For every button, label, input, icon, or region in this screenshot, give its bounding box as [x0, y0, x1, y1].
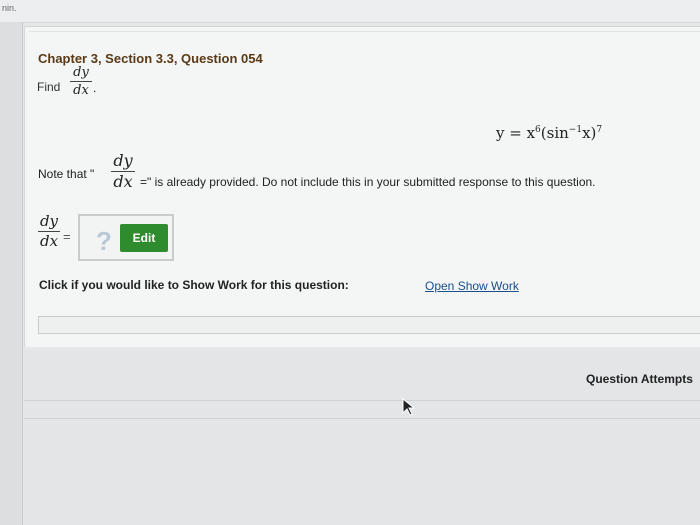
- equation-lhs: y = x: [496, 124, 536, 142]
- question-attempts-label: Question Attempts: [586, 372, 693, 386]
- divider: [24, 418, 700, 419]
- fraction-numerator: dy: [73, 65, 89, 80]
- top-strip: nin.: [0, 0, 700, 23]
- equation-func: (sin: [540, 124, 569, 142]
- fraction-bar: [70, 81, 92, 82]
- question-mark-icon: ?: [96, 226, 112, 256]
- find-derivative-fraction: dy dx: [70, 66, 92, 97]
- given-equation: y = x6(sin−1x)7: [496, 124, 602, 142]
- answer-derivative-fraction: dy dx: [38, 214, 60, 249]
- equation-inverse: −1: [568, 125, 583, 135]
- fraction-numerator: dy: [113, 151, 133, 170]
- edit-button[interactable]: Edit: [120, 224, 168, 252]
- divider: [24, 400, 700, 401]
- answer-equals: =: [63, 229, 71, 244]
- show-work-prompt: Click if you would like to Show Work for…: [39, 278, 349, 292]
- fraction-denominator: dx: [39, 232, 59, 250]
- equation-arg: x): [582, 124, 597, 142]
- equation-exponent-2: 7: [596, 125, 603, 135]
- note-prefix: Note that ": [38, 167, 95, 181]
- note-text: Note that " dy dx =" is already provided…: [38, 152, 698, 198]
- note-derivative-fraction: dy dx: [111, 153, 135, 190]
- show-work-bar[interactable]: [38, 316, 700, 334]
- note-suffix: =" is already provided. Do not include t…: [140, 175, 596, 189]
- left-sidebar: [0, 22, 23, 525]
- panel-divider: [29, 31, 700, 32]
- find-label: Find: [37, 80, 61, 94]
- open-show-work-link[interactable]: Open Show Work: [425, 279, 519, 293]
- fraction-numerator: dy: [39, 212, 59, 230]
- corner-text: nin.: [2, 3, 17, 13]
- mouse-pointer-icon: [402, 398, 416, 416]
- fraction-denominator: dx: [73, 83, 89, 98]
- find-period: .: [93, 81, 97, 95]
- fraction-denominator: dx: [113, 172, 133, 191]
- question-title: Chapter 3, Section 3.3, Question 054: [38, 51, 263, 66]
- answer-row: dy dx = ? Edit: [38, 212, 238, 262]
